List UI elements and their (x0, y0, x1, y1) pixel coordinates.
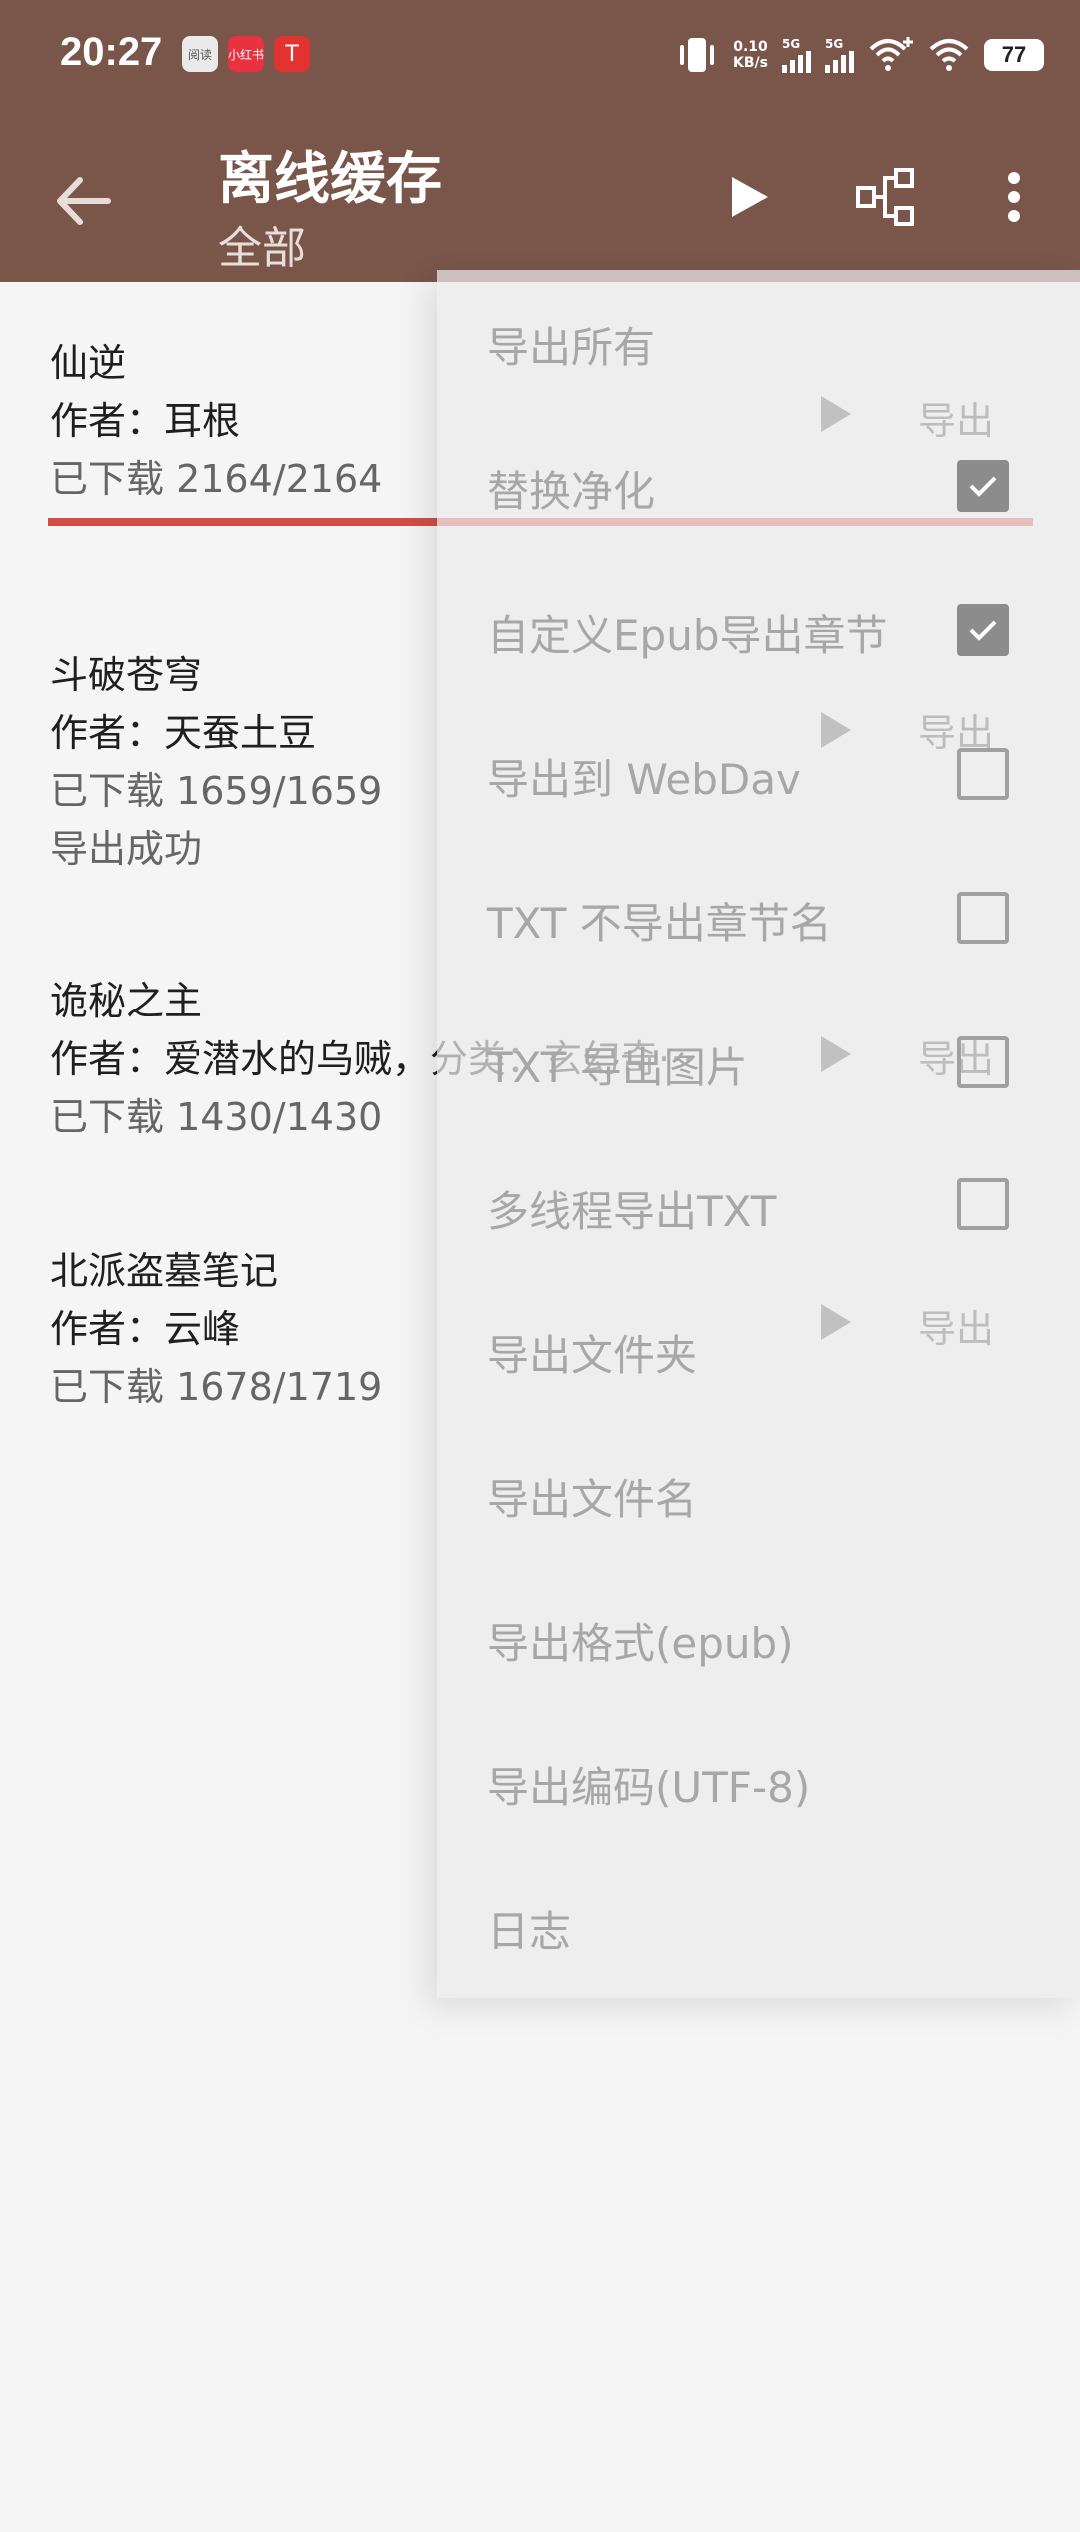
download-count: 已下载 1659/1659 (50, 769, 383, 813)
xiaohongshu-app-icon: 小红书 (228, 36, 264, 72)
export-webdav-checkbox[interactable] (957, 748, 1009, 800)
battery-icon: 77 (984, 39, 1044, 71)
status-time: 20:27 (60, 30, 163, 74)
txt-export-images-checkbox[interactable] (957, 1036, 1009, 1088)
wifi-plus-icon (869, 37, 913, 71)
menu-item-export-format[interactable]: 导出格式(epub) (487, 1610, 794, 1670)
download-count: 已下载 1430/1430 (50, 1095, 383, 1139)
signal-bars-icon (825, 51, 854, 73)
more-options-menu: 导出所有 替换净化 自定义Epub导出章节 导出到 WebDav TXT 不导出… (437, 270, 1080, 1998)
play-icon (732, 177, 768, 217)
txt-no-chapter-name-checkbox[interactable] (957, 892, 1009, 944)
menu-item-replace-purify[interactable]: 替换净化 (487, 458, 655, 518)
wifi-icon (929, 39, 969, 71)
page-title: 离线缓存 (218, 147, 442, 212)
download-count: 已下载 1678/1719 (50, 1365, 383, 1409)
menu-item-export-filename[interactable]: 导出文件名 (487, 1466, 697, 1526)
menu-item-custom-epub-chapters[interactable]: 自定义Epub导出章节 (487, 602, 887, 662)
reader-app-icon: 阅读 (182, 36, 218, 72)
status-bar: 20:27 阅读 小红书 T 0.10 KB/s 5G 5G 77 (0, 0, 1080, 112)
book-author: 作者：耳根 (50, 399, 241, 443)
menu-item-export-all[interactable]: 导出所有 (487, 314, 655, 374)
tesla-app-icon: T (274, 36, 310, 72)
book-title: 诡秘之主 (50, 979, 203, 1023)
check-icon (969, 476, 997, 497)
group-button[interactable] (852, 162, 922, 232)
more-vert-icon (1008, 172, 1020, 222)
menu-item-txt-export-images[interactable]: TXT 导出图片 (487, 1034, 748, 1094)
signal-bars-icon (782, 51, 811, 73)
signal-5g-2: 5G (825, 37, 854, 73)
signal-5g-1: 5G (782, 37, 811, 73)
vibrate-icon (680, 38, 715, 72)
tree-icon (856, 168, 914, 226)
book-title: 北派盗墓笔记 (50, 1249, 279, 1293)
book-author: 作者：云峰 (50, 1307, 241, 1351)
menu-item-log[interactable]: 日志 (487, 1898, 571, 1958)
custom-epub-chapters-checkbox[interactable] (957, 604, 1009, 656)
menu-item-export-webdav[interactable]: 导出到 WebDav (487, 746, 801, 806)
menu-item-txt-no-chapter-name[interactable]: TXT 不导出章节名 (487, 890, 832, 950)
menu-item-multithread-txt[interactable]: 多线程导出TXT (487, 1178, 776, 1238)
replace-purify-checkbox[interactable] (957, 460, 1009, 512)
page-subtitle[interactable]: 全部 (218, 212, 306, 276)
menu-item-export-folder[interactable]: 导出文件夹 (487, 1322, 697, 1382)
app-toolbar: 离线缓存 全部 (0, 112, 1080, 282)
book-author: 作者：天蚕土豆 (50, 711, 317, 755)
export-status: 导出成功 (50, 827, 203, 871)
book-title: 斗破苍穹 (50, 653, 203, 697)
download-count: 已下载 2164/2164 (50, 457, 383, 501)
back-arrow-icon (57, 177, 111, 225)
status-indicators: 0.10 KB/s 5G 5G 77 (675, 28, 1044, 82)
book-title: 仙逆 (50, 341, 127, 385)
back-button[interactable] (48, 166, 118, 236)
multithread-txt-checkbox[interactable] (957, 1178, 1009, 1230)
more-options-button[interactable] (990, 162, 1038, 232)
start-download-button[interactable] (720, 162, 780, 232)
check-icon (969, 620, 997, 641)
menu-item-export-encoding[interactable]: 导出编码(UTF-8) (487, 1754, 810, 1814)
network-speed: 0.10 KB/s (733, 39, 768, 71)
